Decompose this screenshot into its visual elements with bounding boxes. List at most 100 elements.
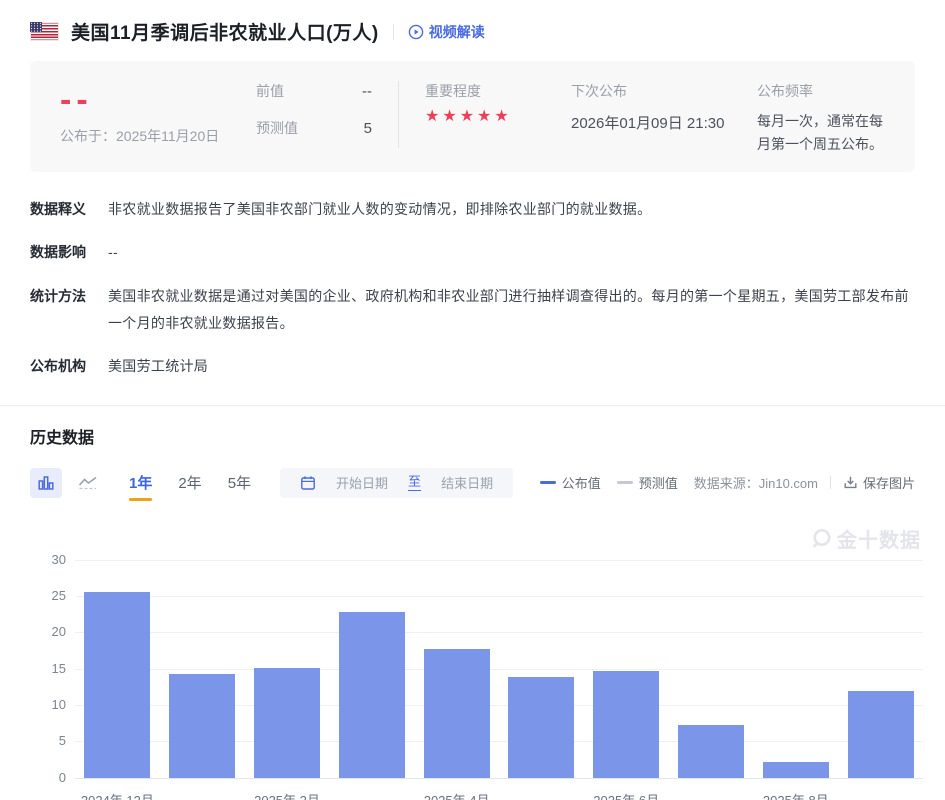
y-axis-tick: 5: [30, 734, 66, 748]
meta-content: --: [108, 239, 915, 266]
chart-bar[interactable]: [169, 674, 235, 778]
line-chart-icon: [78, 474, 98, 492]
chart-bar[interactable]: [339, 612, 405, 778]
chart-bar[interactable]: [593, 671, 659, 778]
forecast-row: 预测值 5: [256, 118, 372, 138]
x-axis-tick: 2025年 2月: [254, 790, 320, 800]
meta-label: 数据释义: [30, 196, 92, 223]
us-flag-icon: [30, 22, 59, 41]
y-axis-tick: 25: [30, 589, 66, 603]
forecast-label: 预测值: [256, 118, 298, 138]
chart-bar[interactable]: [254, 668, 320, 778]
jin10-watermark: 金十数据: [811, 524, 921, 553]
previous-value: --: [362, 83, 372, 100]
meta-row-agency: 公布机构 美国劳工统计局: [30, 353, 915, 380]
y-axis-tick: 10: [30, 698, 66, 712]
legend-actual-label: 公布值: [562, 473, 601, 492]
play-circle-icon: [408, 24, 424, 40]
x-axis-tick: 2025年 8月: [763, 790, 829, 800]
video-link-label: 视频解读: [429, 22, 485, 42]
chart-bar[interactable]: [763, 762, 829, 778]
x-axis-tick: 2025年 6月: [593, 790, 659, 800]
x-axis-tick: 2025年 4月: [424, 790, 490, 800]
bar-chart-toggle[interactable]: [30, 468, 62, 498]
save-image-label: 保存图片: [863, 473, 915, 492]
header: 美国11月季调后非农就业人口(万人) 视频解读: [30, 18, 915, 45]
toolbar-left: 1年 2年 5年 开始日期 至 结束日期: [30, 468, 513, 498]
watermark-text: 金十数据: [837, 524, 921, 553]
actual-value: --: [60, 91, 256, 109]
section-divider: [0, 405, 945, 406]
prev-forecast-column: 前值 -- 预测值 5: [256, 79, 372, 138]
published-label: 公布于：: [60, 128, 116, 144]
published-value: 2025年11月20日: [116, 128, 219, 144]
range-5y[interactable]: 5年: [227, 468, 252, 497]
chart-gridline: [75, 669, 923, 670]
chart-bar[interactable]: [84, 592, 150, 778]
legend-actual-swatch: [540, 481, 556, 484]
jin10-logo-icon: [811, 527, 833, 549]
meta-row-definition: 数据释义 非农就业数据报告了美国非农部门就业人数的变动情况，即排除农业部门的就业…: [30, 196, 915, 223]
published-date: 公布于：2025年11月20日: [60, 126, 256, 146]
next-release-label: 下次公布: [571, 81, 757, 101]
date-range-picker[interactable]: 开始日期 至 结束日期: [280, 468, 513, 498]
panel-divider: [398, 81, 399, 148]
frequency-label: 公布频率: [757, 81, 885, 101]
legend-forecast[interactable]: 预测值: [617, 473, 678, 492]
history-chart: 金十数据 0 5 10 15 20 25 30 2024年 12月 2025年 2月 2025年 …: [30, 520, 935, 800]
previous-label: 前值: [256, 81, 284, 101]
legend-forecast-swatch: [617, 481, 633, 484]
frequency-value: 每月一次，通常在每月第一个周五公布。: [757, 110, 885, 156]
toolbar-divider: [830, 476, 831, 489]
importance-stars: ★★★★★: [425, 109, 557, 125]
y-axis-tick: 15: [30, 662, 66, 676]
meta-label: 统计方法: [30, 283, 92, 338]
meta-section: 数据释义 非农就业数据报告了美国非农部门就业人数的变动情况，即排除农业部门的就业…: [30, 196, 915, 380]
frequency-column: 公布频率 每月一次，通常在每月第一个周五公布。: [757, 79, 885, 156]
meta-content: 非农就业数据报告了美国非农部门就业人数的变动情况，即排除农业部门的就业数据。: [108, 196, 915, 223]
forecast-value: 5: [364, 120, 372, 137]
previous-row: 前值 --: [256, 81, 372, 101]
chart-bar[interactable]: [848, 691, 914, 778]
range-2y[interactable]: 2年: [177, 468, 202, 497]
actual-column: -- 公布于：2025年11月20日: [60, 79, 256, 146]
line-chart-toggle[interactable]: [72, 468, 104, 498]
video-explain-link[interactable]: 视频解读: [408, 22, 485, 42]
meta-content: 美国劳工统计局: [108, 353, 915, 380]
y-axis-tick: 30: [30, 553, 66, 567]
y-axis-tick: 0: [30, 771, 66, 785]
start-date-input[interactable]: 开始日期: [336, 473, 388, 492]
end-date-input[interactable]: 结束日期: [441, 473, 493, 492]
meta-content: 美国非农就业数据是通过对美国的企业、政府机构和非农业部门进行抽样调查得出的。每月…: [108, 283, 915, 338]
chart-bar[interactable]: [424, 649, 490, 778]
history-heading: 历史数据: [30, 424, 915, 448]
chart-toolbar: 1年 2年 5年 开始日期 至 结束日期 公布值 预测值: [30, 468, 915, 498]
calendar-icon: [300, 475, 316, 491]
legend-actual[interactable]: 公布值: [540, 473, 601, 492]
meta-row-method: 统计方法 美国非农就业数据是通过对美国的企业、政府机构和非农业部门进行抽样调查得…: [30, 283, 915, 338]
meta-label: 数据影响: [30, 239, 92, 266]
chart-plot[interactable]: [75, 560, 923, 778]
chart-bar[interactable]: [508, 677, 574, 778]
save-image-button[interactable]: 保存图片: [843, 473, 915, 492]
next-release-value: 2026年01月09日 21:30: [571, 112, 757, 133]
chart-gridline: [75, 632, 923, 633]
chart-bar[interactable]: [678, 725, 744, 778]
chart-gridline: [75, 596, 923, 597]
toolbar-right: 公布值 预测值 数据来源：Jin10.com 保存图片: [540, 473, 915, 492]
range-1y[interactable]: 1年: [128, 468, 153, 497]
next-release-column: 下次公布 2026年01月09日 21:30: [571, 79, 757, 133]
download-icon: [843, 475, 858, 490]
meta-row-impact: 数据影响 --: [30, 239, 915, 266]
data-source: 数据来源：Jin10.com: [694, 473, 818, 492]
meta-label: 公布机构: [30, 353, 92, 380]
importance-column: 重要程度 ★★★★★: [425, 79, 557, 125]
indicator-detail-page: 美国11月季调后非农就业人口(万人) 视频解读 -- 公布于：2025年11月2…: [0, 18, 945, 800]
chart-gridline: [75, 778, 923, 779]
x-axis-tick: 2024年 12月: [81, 790, 154, 800]
y-axis-tick: 20: [30, 625, 66, 639]
date-to-label: 至: [408, 475, 421, 491]
chart-gridline: [75, 560, 923, 561]
legend-forecast-label: 预测值: [639, 473, 678, 492]
page-title: 美国11月季调后非农就业人口(万人): [71, 18, 379, 45]
